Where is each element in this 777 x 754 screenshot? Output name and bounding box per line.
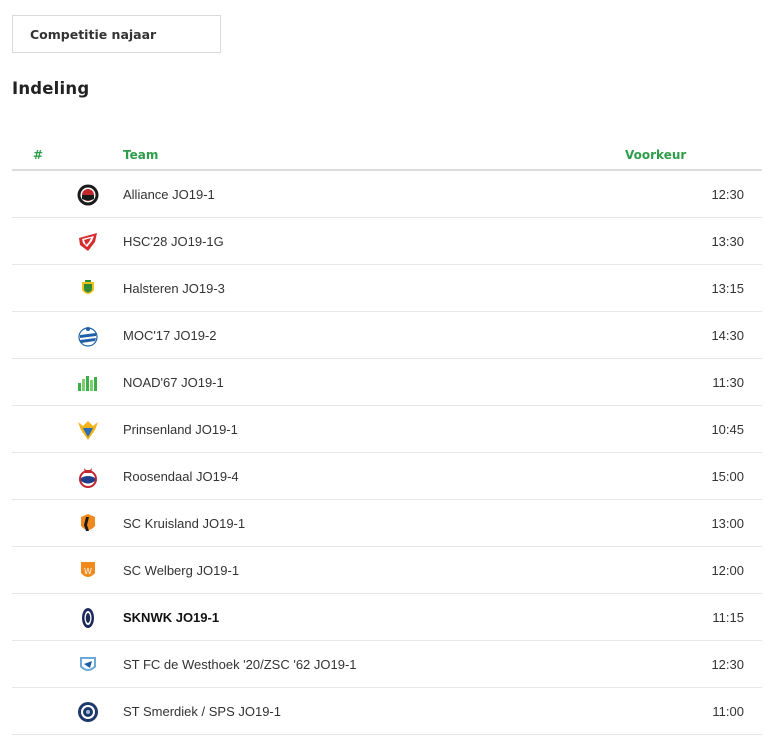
preference-time: 15:00 xyxy=(711,469,744,484)
preference-time: 13:15 xyxy=(711,281,744,296)
team-name[interactable]: SKNWK JO19-1 xyxy=(123,610,219,625)
table-row[interactable]: W SC Welberg JO19-1 12:00 xyxy=(12,547,762,594)
team-name[interactable]: MOC'17 JO19-2 xyxy=(123,328,217,343)
header-preference[interactable]: Voorkeur xyxy=(625,148,686,162)
section-title: Indeling xyxy=(12,79,90,98)
preference-time: 11:15 xyxy=(712,610,744,625)
table-row[interactable]: Roosendaal JO19-4 15:00 xyxy=(12,453,762,500)
preference-time: 14:30 xyxy=(711,328,744,343)
table-header: # Team Voorkeur xyxy=(12,140,762,171)
team-name[interactable]: NOAD'67 JO19-1 xyxy=(123,375,224,390)
team-name[interactable]: Alliance JO19-1 xyxy=(123,187,215,202)
table-row[interactable]: Prinsenland JO19-1 10:45 xyxy=(12,406,762,453)
sknwk-logo-icon xyxy=(76,606,100,630)
table-body: Alliance JO19-1 12:30 HSC'28 JO19-1G 13:30 H… xyxy=(12,171,762,735)
table-row[interactable]: MOC'17 JO19-2 14:30 xyxy=(12,312,762,359)
header-team[interactable]: Team xyxy=(123,148,158,162)
alliance-logo-icon xyxy=(76,183,100,207)
competition-select-button[interactable]: Competitie najaar xyxy=(12,15,221,53)
preference-time: 12:00 xyxy=(711,563,744,578)
table-row[interactable]: HSC'28 JO19-1G 13:30 xyxy=(12,218,762,265)
table-row[interactable]: NOAD'67 JO19-1 11:30 xyxy=(12,359,762,406)
table-row[interactable]: SC Kruisland JO19-1 13:00 xyxy=(12,500,762,547)
preference-time: 13:30 xyxy=(711,234,744,249)
prinsenland-logo-icon xyxy=(76,418,100,442)
team-name[interactable]: Halsteren JO19-3 xyxy=(123,281,225,296)
preference-time: 12:30 xyxy=(711,187,744,202)
table-row[interactable]: ST Smerdiek / SPS JO19-1 11:00 xyxy=(12,688,762,735)
team-name[interactable]: SC Welberg JO19-1 xyxy=(123,563,239,578)
table-row[interactable]: Halsteren JO19-3 13:15 xyxy=(12,265,762,312)
team-name[interactable]: SC Kruisland JO19-1 xyxy=(123,516,245,531)
table-row[interactable]: ST FC de Westhoek '20/ZSC '62 JO19-1 12:3… xyxy=(12,641,762,688)
team-name[interactable]: Roosendaal JO19-4 xyxy=(123,469,239,484)
preference-time: 13:00 xyxy=(711,516,744,531)
team-name[interactable]: ST Smerdiek / SPS JO19-1 xyxy=(123,704,281,719)
competition-select-label: Competitie najaar xyxy=(30,26,157,42)
noad67-logo-icon xyxy=(76,371,100,395)
halsteren-logo-icon xyxy=(76,277,100,301)
hsc28-logo-icon xyxy=(76,230,100,254)
standings-table: # Team Voorkeur Alliance JO19-1 12:30 HSC'… xyxy=(12,140,762,735)
svg-text:W: W xyxy=(84,567,92,576)
team-name[interactable]: ST FC de Westhoek '20/ZSC '62 JO19-1 xyxy=(123,657,357,672)
sc-kruisland-logo-icon xyxy=(76,512,100,536)
roosendaal-logo-icon xyxy=(76,465,100,489)
table-row[interactable]: SKNWK JO19-1 11:15 xyxy=(12,594,762,641)
smerdiek-logo-icon xyxy=(76,700,100,724)
preference-time: 11:30 xyxy=(712,375,744,390)
header-number[interactable]: # xyxy=(33,148,43,162)
preference-time: 11:00 xyxy=(712,704,744,719)
westhoek-logo-icon xyxy=(76,653,100,677)
table-row[interactable]: Alliance JO19-1 12:30 xyxy=(12,171,762,218)
moc17-logo-icon xyxy=(76,324,100,348)
preference-time: 10:45 xyxy=(711,422,744,437)
sc-welberg-logo-icon: W xyxy=(76,559,100,583)
team-name[interactable]: HSC'28 JO19-1G xyxy=(123,234,224,249)
team-name[interactable]: Prinsenland JO19-1 xyxy=(123,422,238,437)
preference-time: 12:30 xyxy=(711,657,744,672)
